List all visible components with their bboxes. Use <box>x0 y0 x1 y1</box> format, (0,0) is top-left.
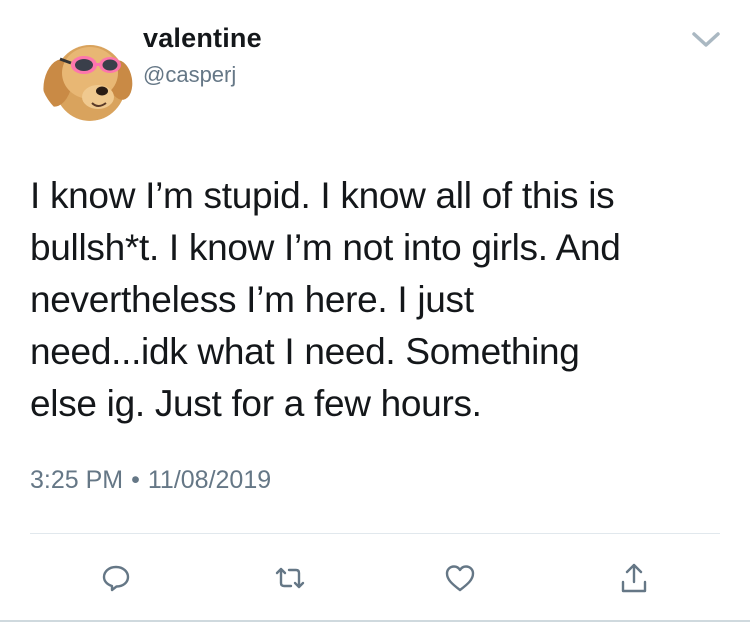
reply-button[interactable] <box>94 556 138 600</box>
avatar[interactable] <box>40 25 136 121</box>
share-icon <box>621 563 647 593</box>
dog-avatar-icon <box>43 45 133 121</box>
tweet-text: I know I’m stupid. I know all of this is… <box>30 175 621 424</box>
reply-icon <box>102 565 130 592</box>
retweet-icon <box>275 567 305 589</box>
meta-separator: • <box>131 466 140 494</box>
retweet-button[interactable] <box>268 556 312 600</box>
chevron-down-icon[interactable] <box>688 28 724 52</box>
tweet-timestamp[interactable]: 3:25 PM • 11/08/2019 <box>30 466 271 495</box>
bottom-divider <box>0 620 750 622</box>
divider <box>30 533 720 534</box>
user-handle[interactable]: @casperj <box>143 62 236 88</box>
like-button[interactable] <box>438 556 482 600</box>
tweet-card: valentine @casperj I know I’m stupid. I … <box>0 0 750 625</box>
tweet-date: 11/08/2019 <box>147 466 272 494</box>
share-button[interactable] <box>612 556 656 600</box>
tweet-time: 3:25 PM <box>30 466 124 494</box>
display-name[interactable]: valentine <box>143 23 262 54</box>
heart-icon <box>445 565 475 592</box>
action-bar <box>0 550 750 606</box>
